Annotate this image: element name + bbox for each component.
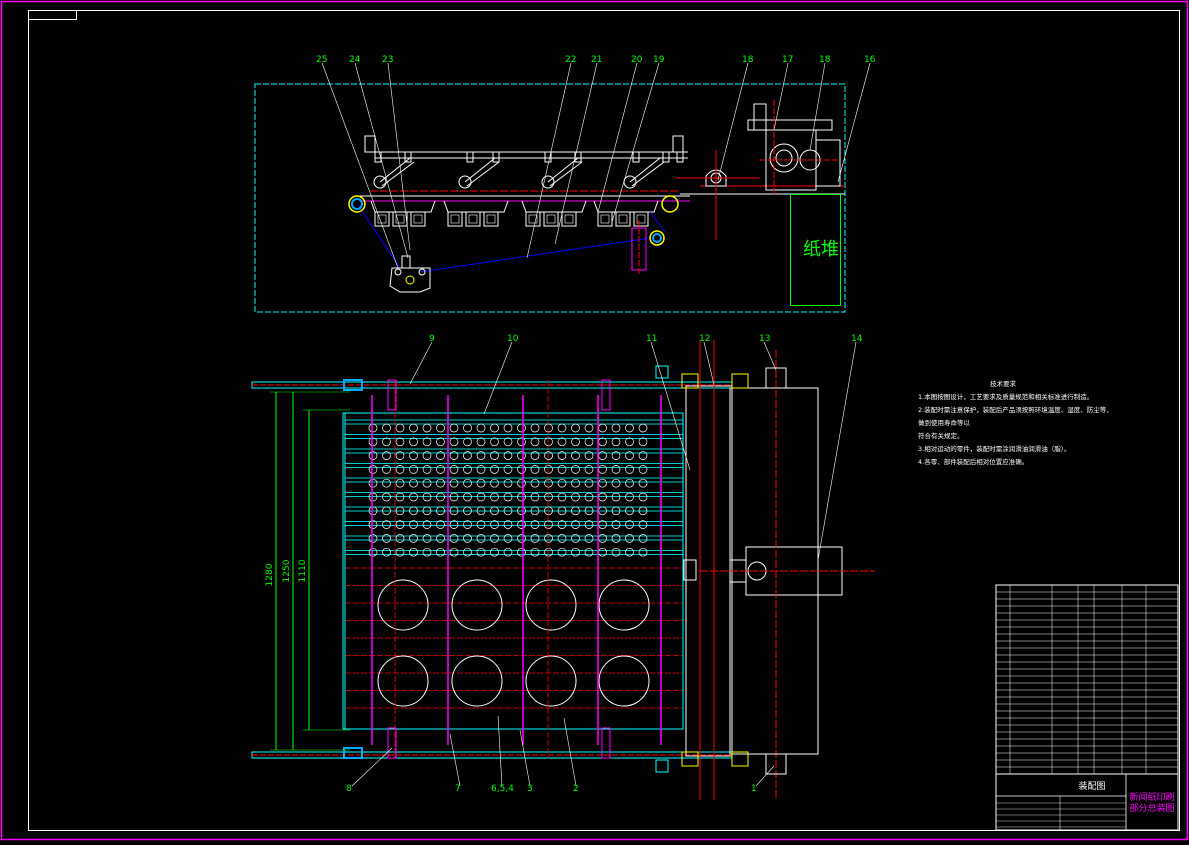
callout-20: 20 [631,55,643,65]
callout-21: 21 [591,55,602,65]
callout-16: 16 [864,55,876,65]
dimension-1250: 1250 [282,559,292,582]
suction-cup-row [370,200,659,227]
callout-23: 23 [382,55,393,65]
requirement-item: 1.本图按图设计，工艺要求及质量规范和相关标准进行制造。 [918,393,1094,401]
callout-12: 12 [699,334,710,344]
callout-17: 17 [782,55,793,65]
callout-9: 9 [429,334,435,344]
dimension-1280: 1280 [265,563,275,586]
callout-10: 10 [507,334,519,344]
callout-2: 2 [573,784,579,794]
callout-11: 11 [646,334,657,344]
callout-6-5-4: 6,5,4 [491,784,514,794]
plan-view [251,340,875,800]
technical-requirements: 技术要求 1.本图按图设计，工艺要求及质量规范和相关标准进行制造。 2.装配时需… [918,378,1118,469]
callout-7: 7 [455,784,461,794]
callout-13: 13 [759,334,770,344]
vertical-studs [371,379,662,759]
requirement-item: 2.装配时需注意保护，装配后产品须按照环境温度、湿度、防尘等，做到使用寿命等以 [918,406,1113,427]
callout-16-a: 18 [819,55,831,65]
callout-18: 18 [742,55,754,65]
plan-view-callouts [351,341,857,787]
side-view-boundary [254,83,846,313]
paper-stack-label: 纸堆 [803,239,839,260]
side-view [254,83,846,313]
title-block-name-1: 新闻纸印刷 [1129,791,1174,803]
callout-1: 1 [751,784,757,794]
callout-3: 3 [527,784,533,794]
paper-stack: 纸堆 [790,194,841,306]
callout-14: 14 [851,334,863,344]
title-block-name-2: 部分总装图 [1129,802,1174,814]
requirement-item: 3.相对运动的零件，装配时需涂润滑油润滑油（脂）。 [918,445,1071,453]
requirement-item: 4.各零、部件装配后相对位置应准确。 [918,458,1029,466]
suction-disc-grid [377,579,650,707]
requirement-item: 符合有关规定。 [918,432,964,440]
callout-19: 19 [653,55,665,65]
dimension-1110: 1110 [298,559,308,582]
suction-bars [344,413,684,729]
title-block-type: 装配图 [1078,780,1105,792]
sheet-code-box [28,10,77,20]
callout-22: 22 [565,55,576,65]
technical-requirements-title: 技术要求 [990,380,1016,388]
callout-24: 24 [349,55,361,65]
callout-25: 25 [316,55,327,65]
callout-8: 8 [346,784,352,794]
